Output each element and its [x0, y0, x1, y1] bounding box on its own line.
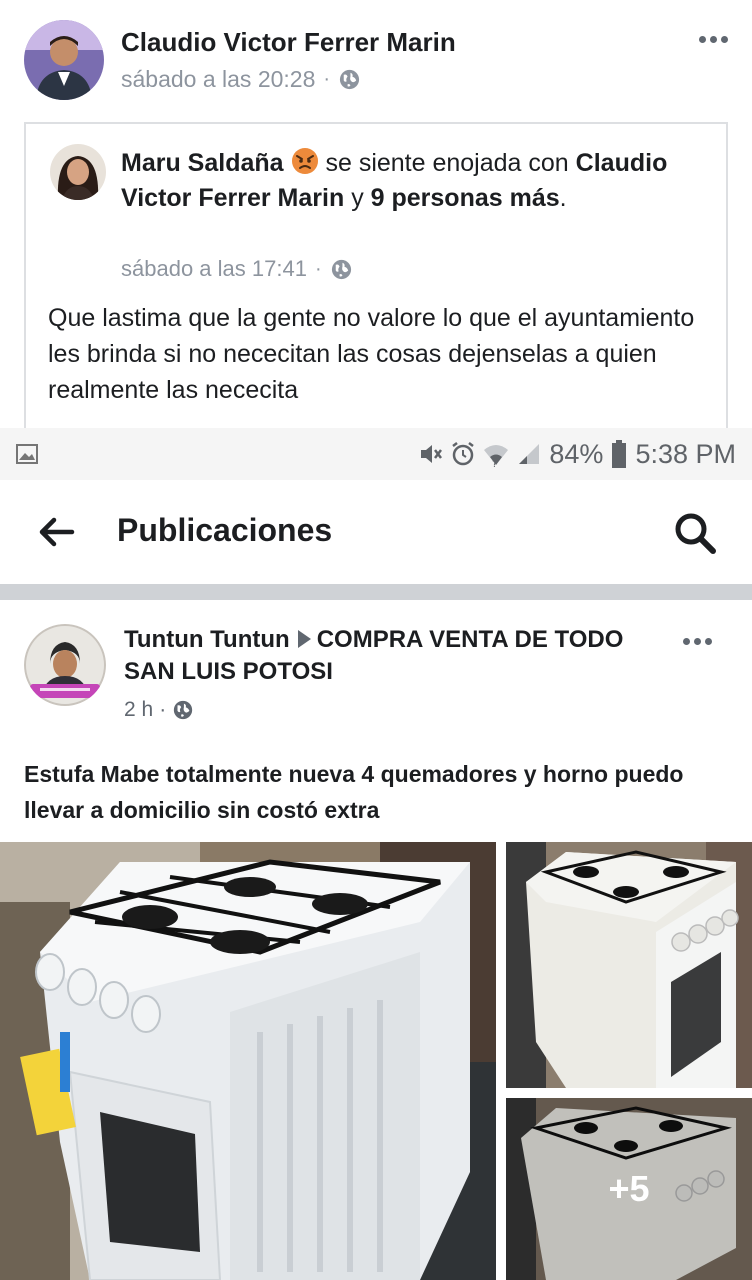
separator-dot: ·: [323, 68, 331, 90]
author-avatar[interactable]: [24, 20, 104, 100]
post-timestamp: sábado a las 20:28 ·: [121, 66, 361, 93]
battery-percent: 84%: [549, 438, 604, 469]
post-options-icon[interactable]: [699, 36, 728, 43]
shared-timestamp-text[interactable]: sábado a las 17:41: [121, 256, 307, 282]
stove-photo-main[interactable]: [0, 842, 496, 1280]
separator-dot: ·: [159, 698, 167, 721]
shared-author-avatar[interactable]: [50, 144, 106, 200]
marketplace-post: Tuntun Tuntun COMPRA VENTA DE TODO SAN LU…: [0, 600, 752, 1280]
shared-post: Maru Saldaña se siente enojada con Claud…: [24, 122, 728, 428]
status-icons: ? 84% 5:38 PM: [417, 436, 736, 472]
connector-text: y: [351, 184, 364, 212]
feeling-text: se siente enojada con: [325, 149, 569, 177]
feed-divider: [0, 584, 752, 600]
post-header: Tuntun Tuntun COMPRA VENTA DE TODO SAN LU…: [124, 624, 644, 688]
mute-icon: [421, 445, 443, 463]
wifi-icon: ?: [484, 445, 509, 467]
timestamp-text[interactable]: 2 h: [124, 698, 153, 722]
globe-icon: [174, 700, 193, 720]
status-time: 5:38 PM: [635, 438, 736, 469]
seller-avatar[interactable]: [24, 624, 106, 706]
shared-timestamp: sábado a las 17:41 ·: [121, 256, 353, 282]
shared-post-text: Que lastima que la gente no valore lo qu…: [48, 304, 695, 404]
post-timestamp: 2 h ·: [124, 698, 194, 722]
page-title: Publicaciones: [117, 512, 333, 548]
status-bar: ? 84% 5:38 PM: [0, 428, 752, 480]
globe-icon: [339, 69, 360, 90]
angry-face-icon: [291, 148, 318, 174]
app-bar: Publicaciones: [0, 480, 752, 584]
stove-photo-2[interactable]: [506, 842, 752, 1088]
svg-text:?: ?: [492, 459, 497, 467]
timestamp-text[interactable]: sábado a las 20:28: [121, 66, 315, 93]
image-icon: [16, 444, 38, 464]
seller-name[interactable]: Tuntun Tuntun: [124, 626, 290, 653]
separator-dot: ·: [314, 257, 322, 280]
alarm-icon: [452, 442, 475, 466]
author-name[interactable]: Claudio Victor Ferrer Marin: [121, 27, 456, 58]
stove-photo-3[interactable]: +5: [506, 1098, 752, 1280]
post-text: Estufa Mabe totalmente nueva 4 quemadore…: [24, 761, 684, 823]
back-arrow-icon[interactable]: [36, 510, 76, 554]
signal-icon: [519, 444, 540, 464]
others-link[interactable]: 9 personas más: [371, 184, 560, 212]
globe-icon: [331, 259, 351, 279]
post-options-icon[interactable]: [683, 638, 712, 645]
embedded-screenshot: ? 84% 5:38 PM Publicaciones Tuntun Tuntu…: [0, 428, 752, 1280]
more-photos-count[interactable]: +5: [506, 1098, 752, 1280]
shared-post-header: Maru Saldaña se siente enojada con Claud…: [121, 146, 681, 216]
photo-grid: +5: [0, 842, 752, 1280]
outer-post: Claudio Victor Ferrer Marin sábado a las…: [0, 0, 752, 428]
battery-icon: [612, 440, 627, 468]
search-icon[interactable]: [672, 510, 718, 556]
shared-to-arrow-icon: [297, 630, 311, 648]
header-end: .: [559, 184, 567, 212]
shared-author-name[interactable]: Maru Saldaña: [121, 149, 284, 177]
